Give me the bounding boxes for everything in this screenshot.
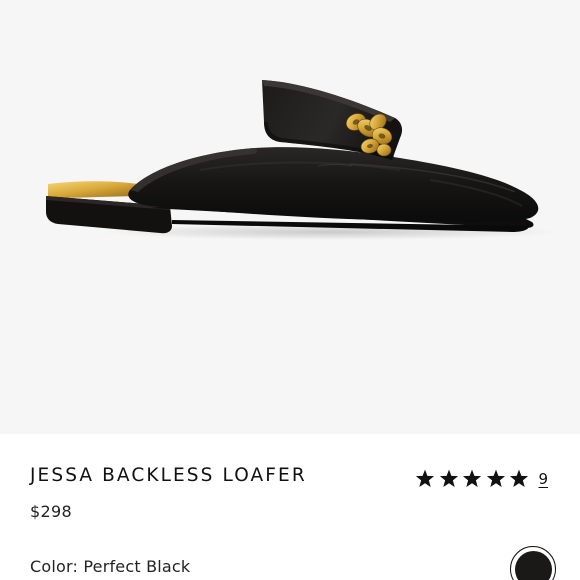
star-rating [415, 469, 533, 488]
star-icon [509, 469, 529, 488]
color-swatch-perfect-black[interactable] [510, 546, 556, 580]
star-icon [486, 469, 505, 488]
star-icon [415, 469, 435, 488]
product-price: $298 [30, 502, 72, 521]
product-image[interactable] [0, 0, 580, 434]
product-info-panel: JESSA BACKLESS LOAFER 9 $298 Color: Perf… [0, 434, 580, 580]
color-name: Perfect Black [83, 557, 191, 576]
color-label-prefix: Color: [30, 557, 84, 576]
shoe-illustration [46, 80, 560, 240]
star-icon [439, 469, 458, 488]
review-count-link[interactable]: 9 [539, 470, 549, 488]
color-label: Color: Perfect Black [30, 557, 190, 576]
swatch-fill [514, 550, 552, 580]
product-page: JESSA BACKLESS LOAFER 9 $298 Color: Perf… [0, 0, 580, 580]
product-rating[interactable]: 9 [415, 469, 548, 488]
product-title: JESSA BACKLESS LOAFER [30, 465, 307, 486]
star-icon [462, 469, 482, 488]
